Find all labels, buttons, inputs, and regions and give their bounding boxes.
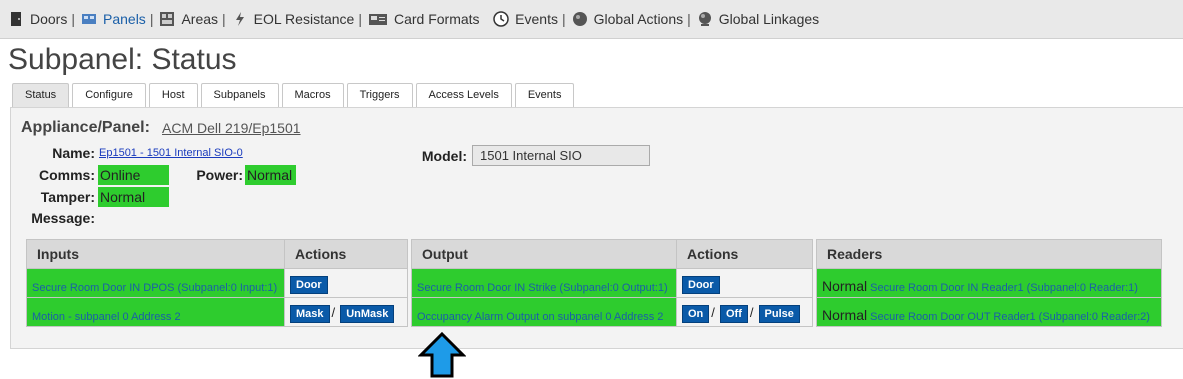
table-row: Normal Secure Room Door OUT Reader1 (Subp… <box>816 297 1162 327</box>
output-actions-header: Actions <box>676 239 813 269</box>
tamper-status: Normal <box>98 187 169 207</box>
table-row: Occupancy Alarm Output on subpanel 0 Add… <box>411 297 813 327</box>
model-label: Model: <box>421 148 467 164</box>
door-button[interactable]: Door <box>682 276 720 294</box>
card-format-icon <box>368 14 387 25</box>
nav-separator: | <box>149 11 154 27</box>
input-actions: Mask / UnMask <box>284 297 408 327</box>
tab-bar: Status Configure Host Subpanels Macros T… <box>12 83 577 107</box>
nav-card-formats[interactable]: Card Formats <box>368 11 480 27</box>
power-status: Normal <box>245 165 296 185</box>
nav-separator: | <box>358 11 362 27</box>
top-nav: Doors | Panels | Areas | EOL Resistance … <box>0 0 1183 39</box>
nav-global-linkages-label: Global Linkages <box>718 11 820 27</box>
tab-configure[interactable]: Configure <box>72 83 146 107</box>
table-row: Motion - subpanel 0 Address 2 Mask / UnMa… <box>26 297 408 327</box>
action-separator: / <box>749 305 754 320</box>
tab-macros[interactable]: Macros <box>281 83 344 107</box>
nav-panels[interactable]: Panels <box>81 11 146 27</box>
pulse-button[interactable]: Pulse <box>758 305 800 323</box>
input-actions: Door <box>284 268 408 298</box>
output-table: Output Actions Secure Room Door IN Strik… <box>411 239 813 327</box>
nav-events[interactable]: Events <box>493 11 558 27</box>
tab-triggers[interactable]: Triggers <box>346 83 413 107</box>
tab-subpanels[interactable]: Subpanels <box>200 83 279 107</box>
inputs-actions-header: Actions <box>284 239 408 269</box>
comms-status: Online <box>98 165 169 185</box>
model-field[interactable]: 1501 Internal SIO <box>472 145 650 166</box>
appliance-label: Appliance/Panel: <box>21 119 150 136</box>
comms-label: Comms: <box>38 167 95 183</box>
resistor-icon <box>235 12 244 26</box>
reader-cell: Normal Secure Room Door IN Reader1 (Subpa… <box>816 268 1162 298</box>
up-arrow-icon <box>418 332 466 378</box>
nav-areas-label: Areas <box>181 11 219 27</box>
name-link[interactable]: Ep1501 - 1501 Internal SIO-0 <box>99 147 243 159</box>
output-name[interactable]: Secure Room Door IN Strike (Subpanel:0 O… <box>411 268 677 298</box>
reader-cell: Normal Secure Room Door OUT Reader1 (Subp… <box>816 297 1162 327</box>
input-name[interactable]: Secure Room Door IN DPOS (Subpanel:0 Inp… <box>26 268 285 298</box>
nav-events-label: Events <box>515 11 558 27</box>
nav-areas[interactable]: Areas <box>159 11 218 27</box>
nav-separator: | <box>561 11 566 27</box>
table-row: Secure Room Door IN Strike (Subpanel:0 O… <box>411 268 813 298</box>
output-name[interactable]: Occupancy Alarm Output on subpanel 0 Add… <box>411 297 677 327</box>
page-title: Subpanel: Status <box>8 43 237 76</box>
on-button[interactable]: On <box>682 305 710 323</box>
nav-card-formats-label: Card Formats <box>393 11 480 27</box>
power-label: Power: <box>196 167 243 183</box>
mask-button[interactable]: Mask <box>290 305 330 323</box>
unmask-button[interactable]: UnMask <box>340 305 395 323</box>
nav-eol-label: EOL Resistance <box>253 11 355 27</box>
action-separator: / <box>711 305 715 320</box>
tamper-label: Tamper: <box>40 189 95 205</box>
reader-name[interactable]: Secure Room Door IN Reader1 (Subpanel:0 … <box>870 282 1138 294</box>
globe-linkage-icon <box>698 12 711 26</box>
table-row: Secure Room Door IN DPOS (Subpanel:0 Inp… <box>26 268 408 298</box>
message-label: Message: <box>31 210 95 226</box>
readers-table: Readers Normal Secure Room Door IN Reader… <box>816 239 1162 327</box>
output-actions: Door <box>676 268 813 298</box>
nav-global-actions-label: Global Actions <box>593 11 684 27</box>
nav-separator: | <box>687 11 691 27</box>
nav-separator: | <box>222 11 226 27</box>
reader-name[interactable]: Secure Room Door OUT Reader1 (Subpanel:0… <box>870 311 1150 323</box>
nav-global-actions[interactable]: Global Actions <box>572 11 684 27</box>
inputs-header: Inputs <box>26 239 285 269</box>
globe-action-icon <box>572 12 587 26</box>
appliance-link[interactable]: ACM Dell 219/Ep1501 <box>162 120 301 136</box>
nav-panels-label: Panels <box>103 11 146 27</box>
inputs-table: Inputs Actions Secure Room Door IN DPOS … <box>26 239 408 327</box>
door-icon <box>11 12 21 26</box>
nav-eol-resistance[interactable]: EOL Resistance <box>232 11 355 27</box>
tab-status[interactable]: Status <box>12 83 70 107</box>
nav-doors-label: Doors <box>30 11 68 27</box>
tab-host[interactable]: Host <box>148 83 198 107</box>
door-button[interactable]: Door <box>290 276 328 294</box>
status-panel: Appliance/Panel: ACM Dell 219/Ep1501 Nam… <box>10 107 1183 349</box>
action-separator: / <box>331 305 336 320</box>
reader-status: Normal <box>822 278 868 294</box>
nav-separator: | <box>71 11 75 27</box>
clock-icon <box>493 11 509 27</box>
reader-status: Normal <box>822 307 868 323</box>
output-actions: On / Off / Pulse <box>676 297 813 327</box>
off-button[interactable]: Off <box>719 305 748 323</box>
tab-access-levels[interactable]: Access Levels <box>415 83 512 107</box>
input-name[interactable]: Motion - subpanel 0 Address 2 <box>26 297 285 327</box>
table-row: Normal Secure Room Door IN Reader1 (Subpa… <box>816 268 1162 298</box>
output-header: Output <box>411 239 677 269</box>
nav-global-linkages[interactable]: Global Linkages <box>697 11 819 27</box>
panels-icon <box>82 14 96 24</box>
readers-header: Readers <box>816 239 1162 269</box>
areas-icon <box>160 12 175 26</box>
nav-doors[interactable]: Doors <box>8 11 67 27</box>
tab-events[interactable]: Events <box>514 83 575 107</box>
name-label: Name: <box>52 145 95 161</box>
